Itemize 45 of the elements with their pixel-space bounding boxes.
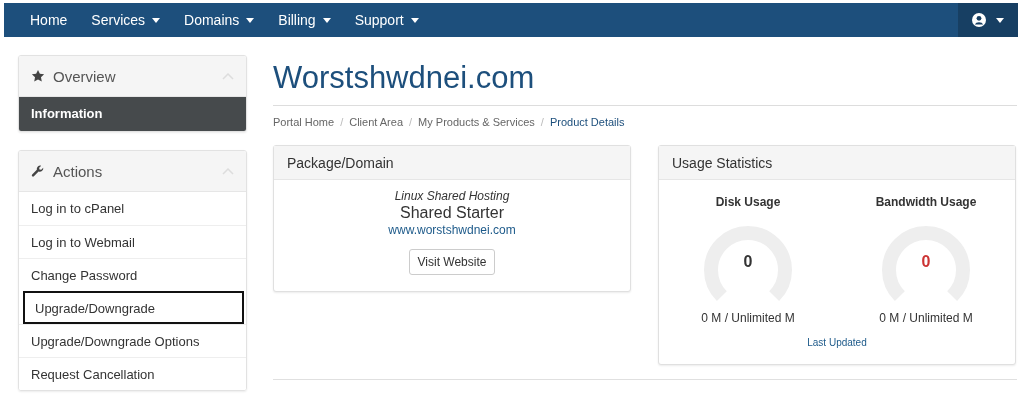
breadcrumb-separator: / — [540, 116, 544, 128]
sidebar-item[interactable]: Information — [19, 97, 246, 131]
nav-menu-item[interactable]: Services — [79, 3, 173, 37]
last-updated-link[interactable]: Last Updated — [659, 337, 1015, 348]
wrench-icon — [31, 164, 45, 178]
page-title: Worstshwdnei.com — [273, 59, 536, 97]
nav-menu-item[interactable]: Domains — [172, 3, 267, 37]
nav-menu-item[interactable]: Home — [18, 3, 80, 37]
card-title: Package/Domain — [274, 146, 630, 180]
visit-website-button[interactable]: Visit Website — [408, 249, 496, 275]
panel-header[interactable]: Overview — [19, 56, 246, 97]
breadcrumb-link[interactable]: Client Area — [349, 116, 403, 128]
sidebar-item[interactable]: Change Password — [19, 258, 246, 291]
breadcrumb-link[interactable]: Portal Home — [273, 116, 335, 128]
card-title: Usage Statistics — [659, 146, 1015, 180]
usage-detail: 0 M / Unlimited M — [701, 311, 795, 325]
caret-icon — [322, 17, 331, 23]
product-group: Linux Shared Hosting — [394, 189, 510, 203]
usage-detail: 0 M / Unlimited M — [879, 311, 973, 325]
chevron-up-icon — [222, 167, 234, 175]
caret-icon — [410, 17, 419, 23]
breadcrumb-separator: / — [340, 116, 344, 128]
nav-menu-item[interactable]: Support — [342, 3, 431, 37]
user-icon — [972, 13, 986, 27]
gauge-label: Bandwidth Usage — [875, 195, 977, 209]
breadcrumb-separator: / — [409, 116, 413, 128]
star-icon — [31, 69, 45, 83]
nav-menu-item[interactable]: Billing — [266, 3, 343, 37]
domain-link[interactable]: www.worstshwdnei.com — [388, 223, 516, 237]
sidebar-item[interactable]: Log in to Webmail — [19, 225, 246, 258]
sidebar-item[interactable]: Request Cancellation — [19, 357, 246, 390]
gauge-value: 0 — [920, 253, 932, 271]
gauge-value: 0 — [742, 253, 754, 271]
sidebar-item[interactable]: Upgrade/Downgrade Options — [19, 324, 246, 357]
account-menu[interactable] — [958, 3, 1018, 37]
chevron-up-icon — [222, 72, 234, 80]
product-name: Shared Starter — [399, 203, 505, 223]
gauge-label: Disk Usage — [715, 195, 781, 209]
caret-icon — [246, 17, 255, 23]
breadcrumb-link[interactable]: My Products & Services — [418, 116, 535, 128]
caret-icon — [996, 17, 1004, 23]
caret-icon — [152, 17, 161, 23]
sidebar-item[interactable]: Log in to cPanel — [19, 192, 246, 225]
panel-header[interactable]: Actions — [19, 151, 246, 192]
sidebar-item[interactable]: Upgrade/Downgrade — [23, 291, 244, 324]
